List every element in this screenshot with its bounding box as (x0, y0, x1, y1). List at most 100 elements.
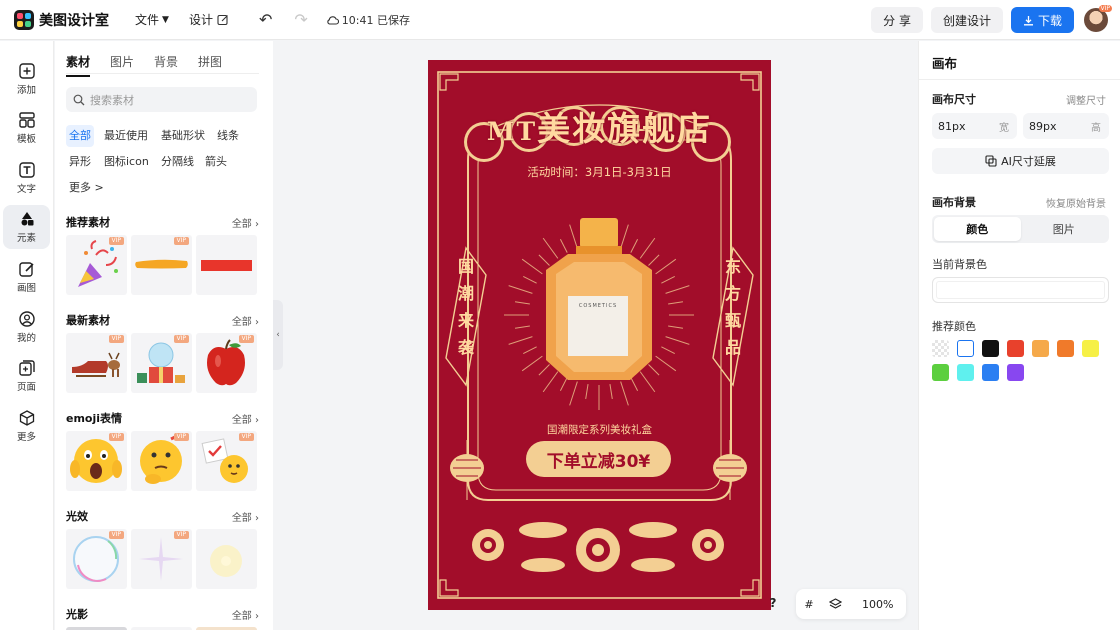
poster-date[interactable]: 活动时间：3月1日-3月31日 (428, 164, 771, 180)
help-button[interactable]: ? (762, 590, 784, 616)
color-swatch[interactable] (982, 340, 999, 357)
poster-right-text[interactable]: 东 方 甄 品 (724, 253, 742, 361)
current-bg-color[interactable] (932, 277, 1109, 303)
tab-divider (66, 73, 259, 74)
section-title-emoji: emoji表情 (66, 412, 123, 425)
chip-more[interactable]: 更多 > (66, 177, 107, 199)
chip-dividers[interactable]: 分隔线 (158, 151, 197, 173)
sunburst-ray (585, 384, 589, 400)
color-swatch[interactable] (1082, 340, 1099, 357)
material-thumb[interactable]: VIP (66, 235, 127, 295)
rail-label: 元素 (16, 233, 36, 244)
rail-item-template[interactable]: 模板 (3, 106, 50, 150)
design-canvas[interactable]: MT美妆旗舰店 活动时间：3月1日-3月31日 国 潮 来 袭 东 方 甄 品 … (428, 60, 771, 610)
color-swatch[interactable] (957, 340, 974, 357)
color-swatch[interactable] (932, 340, 949, 357)
poster-subtitle[interactable]: 国潮限定系列美妆礼盒 (428, 422, 771, 437)
poster-title[interactable]: MT美妆旗舰店 (428, 102, 771, 150)
save-status: 10:41 已保存 (326, 12, 410, 28)
file-menu[interactable]: 文件 ▼ (135, 11, 169, 28)
chip-arrows[interactable]: 箭头 (202, 151, 230, 173)
layers-icon[interactable] (822, 598, 848, 610)
bg-tab-image[interactable]: 图片 (1021, 217, 1108, 241)
search-input[interactable]: 搜索素材 (66, 87, 257, 112)
section-all-recommended[interactable]: 全部 › (232, 215, 259, 230)
material-thumb[interactable]: VIP (66, 431, 127, 491)
height-field[interactable]: 89px 高 (1023, 113, 1109, 139)
chip-irregular[interactable]: 异形 (66, 151, 94, 173)
rail-item-element[interactable]: 元素 (3, 205, 50, 249)
cloud-icon (327, 15, 339, 25)
poster-cta-button[interactable]: 下单立减30¥ (526, 441, 671, 477)
color-swatch[interactable] (1007, 340, 1024, 357)
chip-recent[interactable]: 最近使用 (101, 125, 151, 147)
create-design-button[interactable]: 创建设计 (930, 7, 1003, 33)
rail-item-draw[interactable]: 画图 (3, 255, 50, 299)
share-button[interactable]: 分 享 (871, 7, 923, 33)
material-thumb[interactable]: VIP (196, 431, 257, 491)
width-field[interactable]: 81px 宽 (932, 113, 1017, 139)
material-thumb[interactable]: VIP (131, 431, 192, 491)
poster-title-prefix: MT (486, 117, 538, 146)
reset-bg-link[interactable]: 恢复原始背景 (1046, 195, 1106, 210)
zoom-level[interactable]: 100% (862, 598, 893, 611)
search-icon (73, 94, 85, 105)
section-all-light-effects[interactable]: 全部 › (232, 509, 259, 524)
color-swatch[interactable] (982, 364, 999, 381)
design-menu[interactable]: 设计 (189, 11, 229, 28)
layers-svg (828, 598, 842, 609)
material-panel: 素材 图片 背景 拼图 搜索素材 全部 最近使用 基础形状 线条 异形 图标ic… (55, 41, 273, 630)
app-logo[interactable]: 美图设计室 (14, 9, 109, 30)
current-bg-swatch (936, 281, 1105, 299)
chip-all[interactable]: 全部 (66, 125, 94, 147)
ai-resize-button[interactable]: AI尺寸延展 (932, 148, 1109, 174)
download-button[interactable]: 下载 (1010, 7, 1074, 33)
sunburst-ray (569, 224, 578, 249)
poster-left-text[interactable]: 国 潮 来 袭 (457, 253, 475, 361)
section-all-emoji[interactable]: 全部 › (232, 411, 259, 426)
chip-lines[interactable]: 线条 (214, 125, 242, 147)
material-thumb[interactable]: VIP (196, 333, 257, 393)
sunburst-ray (661, 275, 675, 284)
share-label: 分 享 (883, 13, 911, 28)
redo-icon[interactable]: ↷ (294, 10, 307, 29)
material-thumb[interactable]: VIP (131, 235, 192, 295)
section-all-light-shadow[interactable]: 全部 › (232, 607, 259, 622)
collapse-panel-button[interactable]: ‹ (273, 300, 283, 370)
color-swatch[interactable] (1032, 340, 1049, 357)
section-all-label: 全部 (231, 415, 252, 426)
rail-item-more[interactable]: 更多 (3, 404, 50, 448)
chevron-down-icon: ▼ (162, 14, 169, 25)
poster-right-char: 品 (724, 338, 741, 357)
material-thumb[interactable] (196, 235, 257, 295)
vip-badge: VIP (108, 237, 124, 245)
rail-item-text[interactable]: 文字 (3, 156, 50, 200)
width-unit: 宽 (999, 122, 1009, 134)
material-thumb[interactable]: VIP (131, 529, 192, 589)
material-thumb[interactable]: VIP (66, 529, 127, 589)
chip-basic-shapes[interactable]: 基础形状 (158, 125, 208, 147)
color-swatch[interactable] (932, 364, 949, 381)
avatar[interactable]: VIP (1084, 5, 1112, 32)
color-swatch[interactable] (957, 364, 974, 381)
chip-icons[interactable]: 图标icon (101, 151, 152, 173)
adjust-size-link[interactable]: 调整尺寸 (1066, 92, 1106, 107)
grid-icon[interactable]: # (796, 598, 822, 611)
logo-icon (14, 9, 34, 30)
section-all-latest[interactable]: 全部 › (232, 313, 259, 328)
material-thumb[interactable] (196, 529, 257, 589)
color-swatch[interactable] (1057, 340, 1074, 357)
undo-icon[interactable]: ↶ (259, 10, 272, 29)
edit-icon (217, 14, 228, 25)
design-menu-label: 设计 (188, 13, 213, 27)
cube-icon (19, 410, 34, 426)
material-thumb[interactable]: VIP (131, 333, 192, 393)
bg-type-switch: 颜色 图片 (932, 215, 1109, 243)
bg-tab-color[interactable]: 颜色 (934, 217, 1021, 241)
vip-badge: VIP (238, 433, 254, 441)
rail-item-add[interactable]: 添加 (3, 57, 50, 101)
color-swatch[interactable] (1007, 364, 1024, 381)
material-thumb[interactable]: VIP (66, 333, 127, 393)
rail-item-page[interactable]: 页面 (3, 354, 50, 398)
rail-item-mine[interactable]: 我的 (3, 305, 50, 349)
